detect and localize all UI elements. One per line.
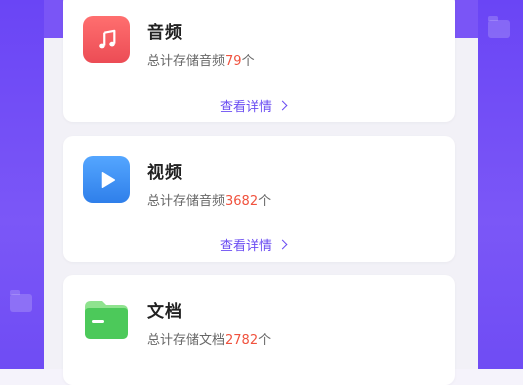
count-value: 79 — [225, 54, 242, 69]
card-description: 总计存储文档2782个 — [147, 329, 271, 348]
desc-suffix: 个 — [258, 194, 272, 209]
folder-icon — [83, 295, 130, 342]
desc-prefix: 总计存储音频 — [147, 54, 226, 69]
play-icon — [83, 156, 130, 203]
music-note-icon — [83, 16, 130, 63]
count-value: 2782 — [225, 333, 259, 348]
count-value: 3682 — [225, 194, 259, 209]
view-details-label: 查看详情 — [220, 239, 273, 254]
view-details-label: 查看详情 — [220, 100, 273, 115]
decorative-folder-icon — [10, 290, 32, 312]
card-title: 文档 — [147, 302, 183, 322]
video-card[interactable]: 视频 总计存储音频3682个 查看详情 — [63, 136, 455, 262]
decorative-folder-icon — [488, 16, 510, 38]
view-details-link[interactable]: 查看详情 — [220, 96, 288, 115]
chevron-right-icon — [277, 100, 288, 111]
card-description: 总计存储音频3682个 — [147, 190, 271, 209]
desc-suffix: 个 — [241, 54, 255, 69]
card-title: 视频 — [147, 163, 183, 183]
desc-suffix: 个 — [258, 333, 272, 348]
audio-card[interactable]: 音频 总计存储音频79个 查看详情 — [63, 0, 455, 122]
desc-prefix: 总计存储文档 — [147, 333, 226, 348]
chevron-right-icon — [277, 239, 288, 250]
card-description: 总计存储音频79个 — [147, 50, 255, 69]
desc-prefix: 总计存储音频 — [147, 194, 226, 209]
view-details-link[interactable]: 查看详情 — [220, 235, 288, 254]
card-title: 音频 — [147, 23, 183, 43]
